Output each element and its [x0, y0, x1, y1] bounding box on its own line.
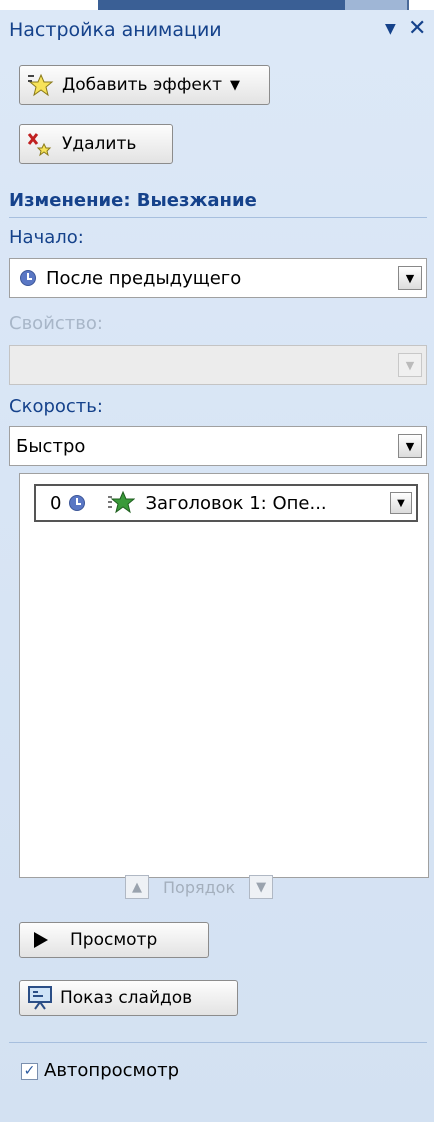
slideshow-icon	[26, 985, 56, 1011]
chevron-down-icon[interactable]: ▼	[398, 434, 422, 458]
chevron-down-icon[interactable]: ▼	[390, 492, 412, 514]
entrance-effect-star-icon	[107, 490, 136, 516]
effect-list[interactable]: 0 Заголовок 1: Опе... ▼	[19, 473, 429, 878]
effect-name: Заголовок 1: Опе...	[145, 492, 327, 514]
preview-button[interactable]: Просмотр	[19, 922, 209, 958]
add-effect-label: Добавить эффект	[62, 75, 223, 95]
property-select: ▼	[9, 345, 427, 385]
pane-title: Настройка анимации	[9, 19, 222, 41]
add-effect-icon	[26, 72, 56, 98]
speed-select[interactable]: Быстро ▼	[9, 426, 427, 466]
custom-animation-pane: Настройка анимации ▼ ✕ Добавить эффект ▼…	[0, 10, 434, 1122]
move-up-icon[interactable]: ▲	[125, 875, 149, 899]
speed-label: Скорость:	[9, 396, 103, 417]
heading-divider	[9, 217, 427, 218]
chevron-down-icon[interactable]: ▼	[398, 266, 422, 290]
clock-icon	[20, 270, 36, 286]
slide-area-edge	[98, 0, 345, 10]
scrollbar-edge	[345, 0, 409, 10]
remove-label: Удалить	[62, 134, 137, 154]
list-item[interactable]: 0 Заголовок 1: Опе... ▼	[34, 484, 418, 522]
reorder-label: Порядок	[163, 877, 236, 897]
effect-order-number: 0	[50, 492, 62, 514]
autopreview-checkbox[interactable]: ✓	[21, 1063, 38, 1080]
start-select-value: После предыдущего	[46, 267, 242, 289]
reorder-controls: ▲ Порядок ▼	[125, 873, 274, 901]
start-select[interactable]: После предыдущего ▼	[9, 258, 427, 298]
slideshow-button[interactable]: Показ слайдов	[19, 980, 238, 1016]
bottom-divider	[9, 1042, 427, 1043]
autopreview-label: Автопросмотр	[44, 1060, 180, 1081]
speed-select-value: Быстро	[16, 435, 86, 457]
window-top-strip	[0, 0, 434, 10]
slideshow-label: Показ слайдов	[60, 988, 193, 1008]
clock-icon	[69, 495, 86, 511]
chevron-down-icon: ▼	[398, 353, 422, 377]
preview-label: Просмотр	[70, 930, 158, 950]
play-icon	[34, 932, 48, 948]
start-label: Начало:	[9, 227, 84, 248]
effect-heading: Изменение: Выезжание	[9, 190, 257, 211]
remove-effect-icon	[26, 131, 56, 157]
property-label: Свойство:	[9, 313, 103, 334]
add-effect-button[interactable]: Добавить эффект ▼	[19, 65, 270, 105]
chevron-down-icon: ▼	[230, 77, 241, 93]
pane-title-bar: Настройка анимации ▼ ✕	[0, 10, 434, 52]
pane-options-icon[interactable]: ▼	[385, 21, 396, 37]
remove-button[interactable]: Удалить	[19, 124, 173, 164]
move-down-icon[interactable]: ▼	[249, 875, 274, 899]
close-icon[interactable]: ✕	[408, 16, 426, 41]
